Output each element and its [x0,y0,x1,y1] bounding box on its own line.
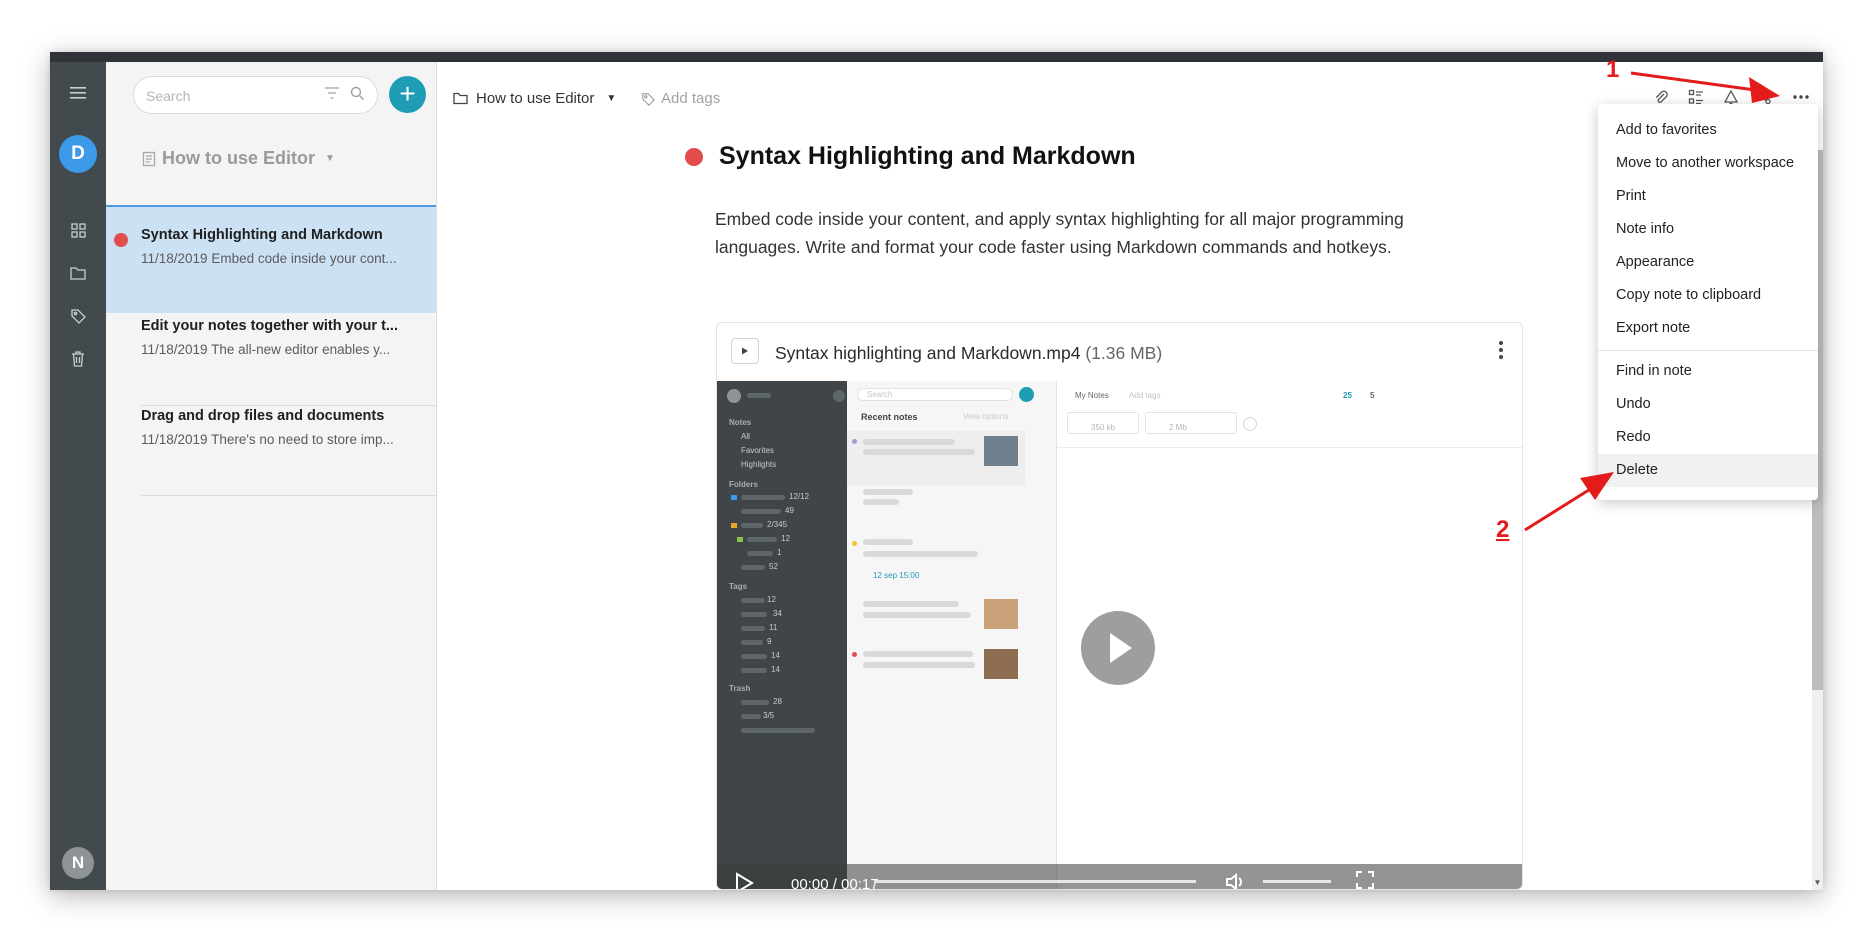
annotation-arrowhead-2 [1580,472,1614,500]
annotation-arrow-1 [1630,71,1756,92]
annotation-label-2: 2 [1496,516,1510,543]
annotation-label-1: 1 [1606,56,1620,83]
annotation-arrows [1524,71,1780,532]
annotation-arrow-2 [1524,486,1593,532]
annotation-arrowhead-1 [1749,77,1780,103]
